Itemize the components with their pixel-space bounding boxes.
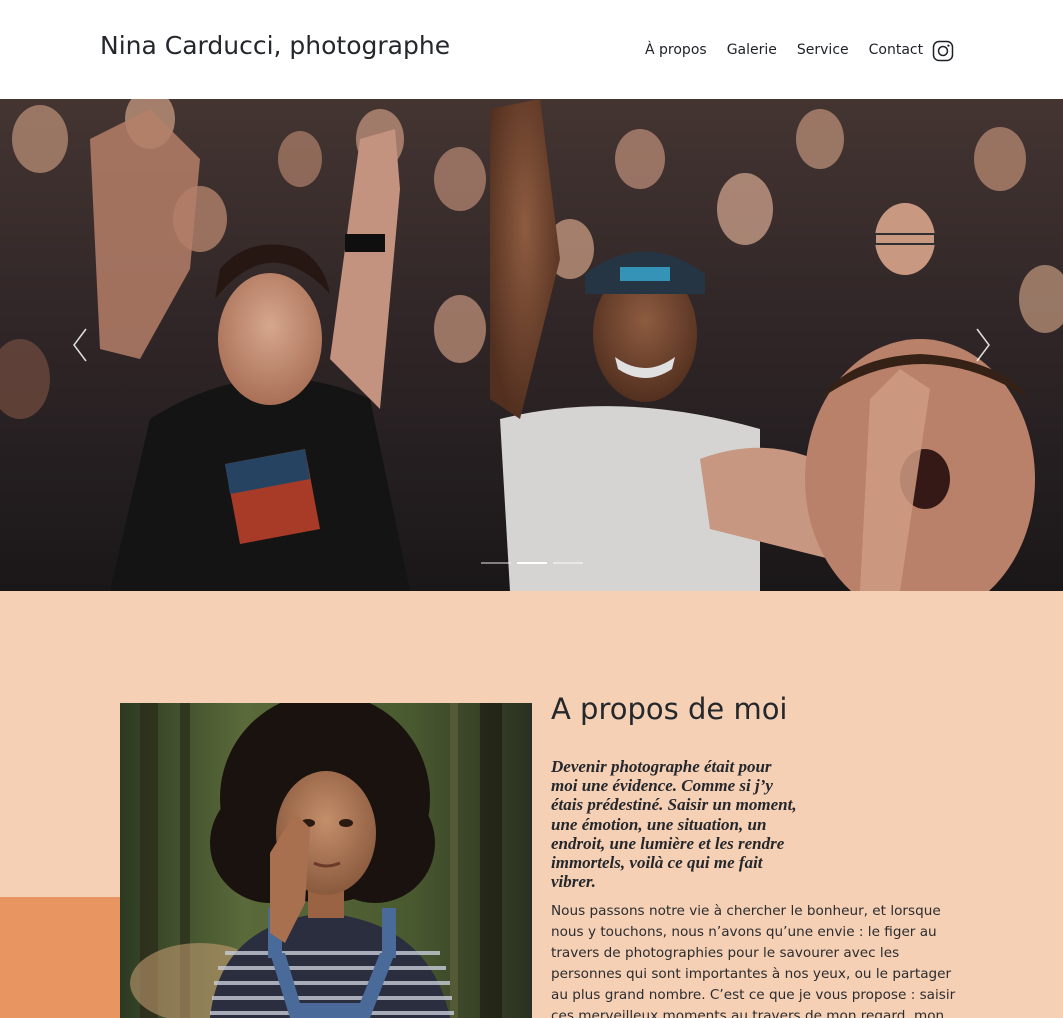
slideshow-next-icon[interactable] bbox=[973, 327, 993, 363]
hero-image-concert-crowd bbox=[0, 99, 1063, 591]
about-quote: Devenir photographe était pour moi une é… bbox=[551, 757, 797, 892]
nav-link-contact[interactable]: Contact bbox=[869, 42, 923, 58]
site-header: Nina Carducci, photographe À propos Gale… bbox=[0, 0, 1063, 99]
site-title[interactable]: Nina Carducci, photographe bbox=[100, 29, 450, 63]
accent-block bbox=[0, 897, 120, 1018]
nav-link-a-propos[interactable]: À propos bbox=[645, 42, 707, 58]
nav-link-service[interactable]: Service bbox=[797, 42, 849, 58]
portrait-image bbox=[120, 703, 532, 1018]
hero-slideshow[interactable] bbox=[0, 99, 1063, 591]
nav-link-galerie[interactable]: Galerie bbox=[727, 42, 777, 58]
main-nav: À propos Galerie Service Contact bbox=[645, 40, 943, 60]
slide-indicator-1[interactable] bbox=[481, 562, 511, 564]
about-section: A propos de moi Devenir photographe étai… bbox=[0, 591, 1063, 1018]
slideshow-indicators bbox=[481, 562, 589, 564]
slide-indicator-3[interactable] bbox=[553, 562, 583, 564]
about-title: A propos de moi bbox=[551, 692, 788, 726]
about-body-text: Nous passons notre vie à chercher le bon… bbox=[551, 903, 956, 1018]
slide-indicator-2[interactable] bbox=[517, 562, 547, 564]
instagram-icon[interactable] bbox=[932, 40, 954, 62]
slideshow-prev-icon[interactable] bbox=[70, 327, 90, 363]
